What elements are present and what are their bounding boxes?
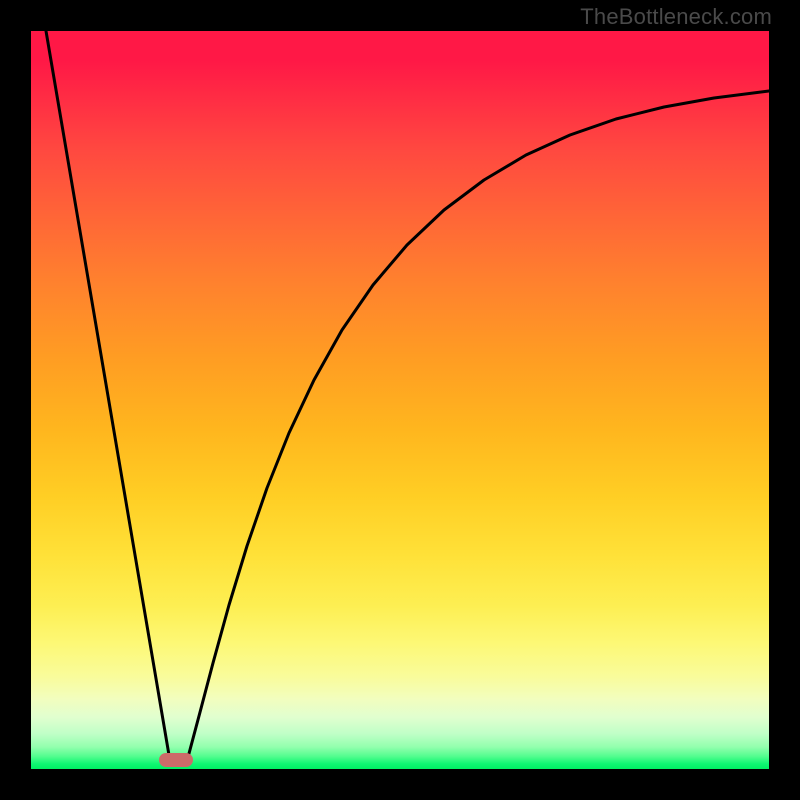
- watermark-text: TheBottleneck.com: [580, 4, 772, 30]
- optimal-marker: [159, 753, 193, 767]
- left-line: [46, 31, 170, 761]
- curve-svg: [31, 31, 769, 769]
- plot-area: [31, 31, 769, 769]
- chart-container: TheBottleneck.com: [0, 0, 800, 800]
- right-curve: [187, 91, 769, 761]
